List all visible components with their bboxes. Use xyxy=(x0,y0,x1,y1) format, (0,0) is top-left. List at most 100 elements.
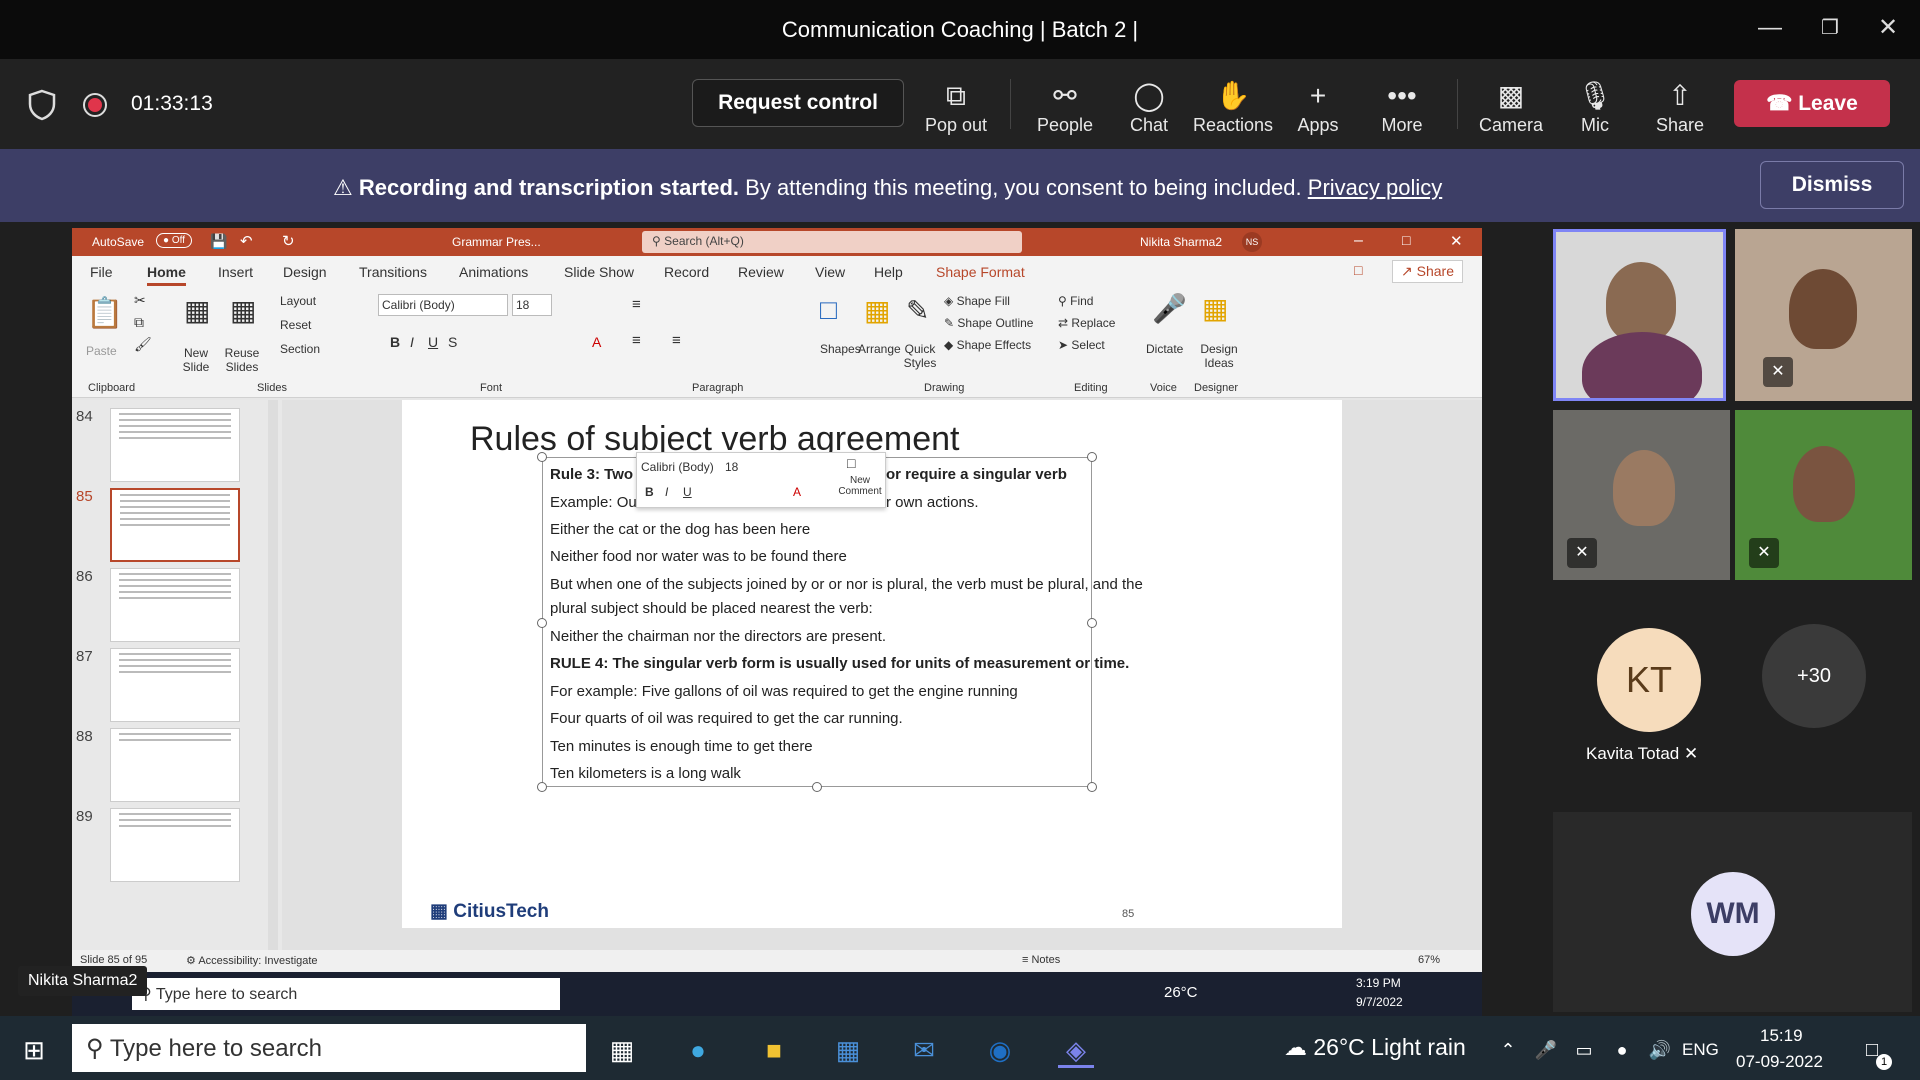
tab-view[interactable]: View xyxy=(815,264,845,280)
shapes-button[interactable]: Shapes xyxy=(820,342,861,356)
pop-out-button[interactable]: ⧉ Pop out xyxy=(916,77,996,136)
shape-outline-button[interactable]: ✎ Shape Outline xyxy=(944,316,1033,330)
share-button[interactable]: ⇧ Share xyxy=(1640,77,1720,136)
mini-font-color-icon[interactable]: A xyxy=(793,485,801,499)
slide-thumbnail[interactable] xyxy=(110,728,240,802)
teams-icon[interactable]: ◈ xyxy=(1058,1032,1094,1068)
resize-handle[interactable] xyxy=(537,452,547,462)
save-icon[interactable]: 💾 xyxy=(210,233,227,250)
tab-animations[interactable]: Animations xyxy=(459,264,528,280)
more-button[interactable]: ••• More xyxy=(1362,77,1442,136)
redo-icon[interactable]: ↻ xyxy=(282,232,295,250)
zoom-level[interactable]: 67% xyxy=(1418,954,1440,966)
tab-help[interactable]: Help xyxy=(874,264,903,280)
dictate-icon[interactable]: 🎤 xyxy=(1152,292,1187,325)
comments-icon[interactable]: □ xyxy=(1354,262,1362,278)
shapes-icon[interactable]: □ xyxy=(820,294,837,326)
font-name-select[interactable]: Calibri (Body) xyxy=(378,294,508,316)
language-indicator[interactable]: ENG xyxy=(1682,1040,1719,1060)
taskbar-search-box[interactable]: ⚲ Type here to search xyxy=(72,1024,586,1072)
mini-font-name[interactable]: Calibri (Body) xyxy=(641,460,714,474)
people-button[interactable]: ⚯ People xyxy=(1025,77,1105,136)
shadow-icon[interactable]: S xyxy=(448,334,457,350)
cut-icon[interactable]: ✂ xyxy=(134,292,146,309)
mini-font-size[interactable]: 18 xyxy=(725,460,738,474)
reactions-button[interactable]: ✋ Reactions xyxy=(1193,77,1273,136)
copy-icon[interactable]: ⧉ xyxy=(134,314,144,331)
participant-avatar[interactable]: KT xyxy=(1597,628,1701,732)
resize-handle[interactable] xyxy=(1087,782,1097,792)
wifi-icon[interactable]: ● xyxy=(1604,1032,1640,1068)
request-control-button[interactable]: Request control xyxy=(692,79,904,127)
dismiss-button[interactable]: Dismiss xyxy=(1760,161,1904,209)
chat-button[interactable]: ◯ Chat xyxy=(1109,77,1189,136)
participant-video[interactable]: ✕ xyxy=(1735,410,1912,580)
resize-handle[interactable] xyxy=(1087,618,1097,628)
font-size-select[interactable]: 18 xyxy=(512,294,552,316)
tab-review[interactable]: Review xyxy=(738,264,784,280)
find-button[interactable]: ⚲ Find xyxy=(1058,294,1093,308)
mini-bold-icon[interactable]: B xyxy=(645,485,654,499)
camera-button[interactable]: ▩ Camera xyxy=(1471,77,1551,136)
tab-design[interactable]: Design xyxy=(283,264,327,280)
design-ideas-icon[interactable]: ▦ xyxy=(1202,292,1228,325)
shape-effects-button[interactable]: ◆ Shape Effects xyxy=(944,338,1031,352)
restore-icon[interactable]: ❐ xyxy=(1810,10,1850,46)
share-ppt-button[interactable]: ↗ Share xyxy=(1392,260,1463,283)
align-left-icon[interactable]: ≡ xyxy=(632,332,641,349)
user-avatar[interactable]: NS xyxy=(1242,232,1262,252)
reuse-slides-icon[interactable]: ▦ xyxy=(230,294,256,327)
resize-handle[interactable] xyxy=(537,782,547,792)
store-icon[interactable]: ▦ xyxy=(830,1032,866,1068)
italic-icon[interactable]: I xyxy=(410,334,414,350)
windows-start-icon[interactable]: ⊞ xyxy=(16,1032,52,1068)
battery-icon[interactable]: ▭ xyxy=(1566,1032,1602,1068)
section-button[interactable]: Section xyxy=(280,342,320,356)
reuse-slides-button[interactable]: Reuse Slides xyxy=(222,346,262,374)
slide-thumbnail[interactable] xyxy=(110,808,240,882)
autosave-toggle[interactable]: ● Off xyxy=(156,233,192,248)
tab-transitions[interactable]: Transitions xyxy=(359,264,427,280)
paste-button[interactable]: Paste xyxy=(86,344,117,358)
minimize-icon[interactable]: — xyxy=(1750,10,1790,46)
mail-icon[interactable]: ✉ xyxy=(906,1032,942,1068)
layout-button[interactable]: Layout xyxy=(280,294,316,308)
new-comment-icon[interactable]: □ xyxy=(847,455,855,471)
format-painter-icon[interactable]: 🖌 xyxy=(134,336,152,353)
participant-tile[interactable]: WM xyxy=(1553,812,1912,1012)
accessibility-status[interactable]: ⚙ Accessibility: Investigate xyxy=(186,954,318,967)
close-icon[interactable]: ✕ xyxy=(1868,10,1908,46)
outlook-icon[interactable]: ◉ xyxy=(982,1032,1018,1068)
tab-record[interactable]: Record xyxy=(664,264,709,280)
ppt-close-icon[interactable]: ✕ xyxy=(1450,232,1463,250)
tab-home[interactable]: Home xyxy=(147,264,186,286)
bullets-icon[interactable]: ≡ xyxy=(632,296,641,313)
participant-video[interactable]: ✕ xyxy=(1553,410,1730,580)
file-explorer-icon[interactable]: ■ xyxy=(756,1032,792,1068)
slide-thumbnail[interactable] xyxy=(110,648,240,722)
task-view-icon[interactable]: ▦ xyxy=(604,1032,640,1068)
slide-thumbnail[interactable] xyxy=(110,408,240,482)
quick-styles-icon[interactable]: ✎ xyxy=(906,294,929,327)
reset-button[interactable]: Reset xyxy=(280,318,311,332)
design-ideas-button[interactable]: Design Ideas xyxy=(1198,342,1240,370)
remote-search-box[interactable]: ⚲ Type here to search xyxy=(132,978,560,1010)
paste-icon[interactable]: 📋 xyxy=(86,296,123,331)
tab-shape-format[interactable]: Shape Format xyxy=(936,264,1025,280)
privacy-policy-link[interactable]: Privacy policy xyxy=(1308,175,1442,200)
leave-button[interactable]: ☎ Leave xyxy=(1734,80,1890,127)
bold-icon[interactable]: B xyxy=(390,334,400,350)
chevron-up-icon[interactable]: ⌃ xyxy=(1490,1032,1526,1068)
tab-slide-show[interactable]: Slide Show xyxy=(564,264,634,280)
resize-handle[interactable] xyxy=(812,782,822,792)
more-participants-button[interactable]: +30 xyxy=(1762,624,1866,728)
volume-icon[interactable]: 🔊 xyxy=(1642,1032,1678,1068)
dictate-button[interactable]: Dictate xyxy=(1146,342,1183,356)
clock-date[interactable]: 07-09-2022 xyxy=(1736,1052,1823,1072)
font-color-icon[interactable]: A xyxy=(592,334,601,350)
participant-video[interactable]: ✕ xyxy=(1735,229,1912,401)
thumbnails-scrollbar[interactable] xyxy=(268,400,278,950)
slide[interactable]: Rules of subject verb agreement Rule 3: … xyxy=(402,400,1342,928)
new-slide-button[interactable]: New Slide xyxy=(176,346,216,374)
weather-widget[interactable]: ☁ 26°C Light rain xyxy=(1284,1034,1466,1061)
